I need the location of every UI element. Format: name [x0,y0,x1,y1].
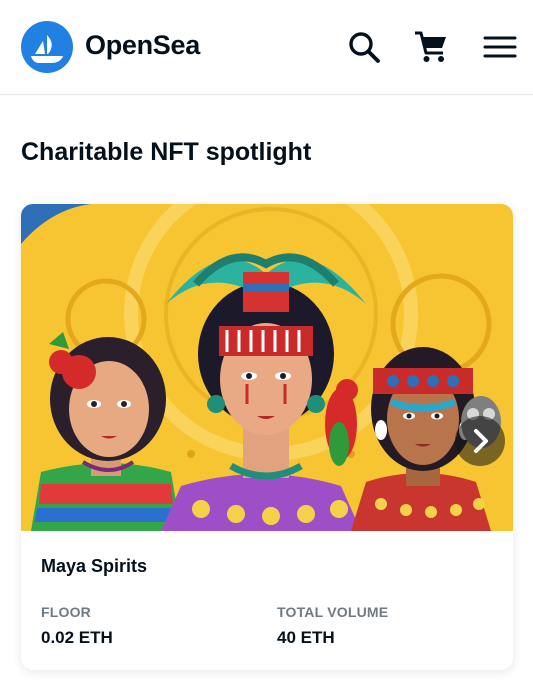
floor-value: 0.02 ETH [41,628,113,647]
menu-icon[interactable] [481,28,519,66]
collection-artwork[interactable] [21,204,513,531]
total-volume-value: 40 ETH [277,628,335,647]
top-nav-bar: OpenSea [0,0,533,95]
opensea-logo-icon[interactable] [21,21,73,73]
floor-label: FLOOR [41,604,91,620]
search-icon[interactable] [345,28,383,66]
collection-card[interactable]: Maya Spirits FLOOR 0.02 ETH TOTAL VOLUME… [21,204,513,670]
cart-icon[interactable] [412,28,450,66]
chevron-right-icon [474,429,488,453]
brand-name[interactable]: OpenSea [85,30,200,61]
carousel-next-button[interactable] [455,416,505,466]
total-volume-label: TOTAL VOLUME [277,604,389,620]
collection-name[interactable]: Maya Spirits [41,556,147,577]
section-title: Charitable NFT spotlight [21,138,312,166]
